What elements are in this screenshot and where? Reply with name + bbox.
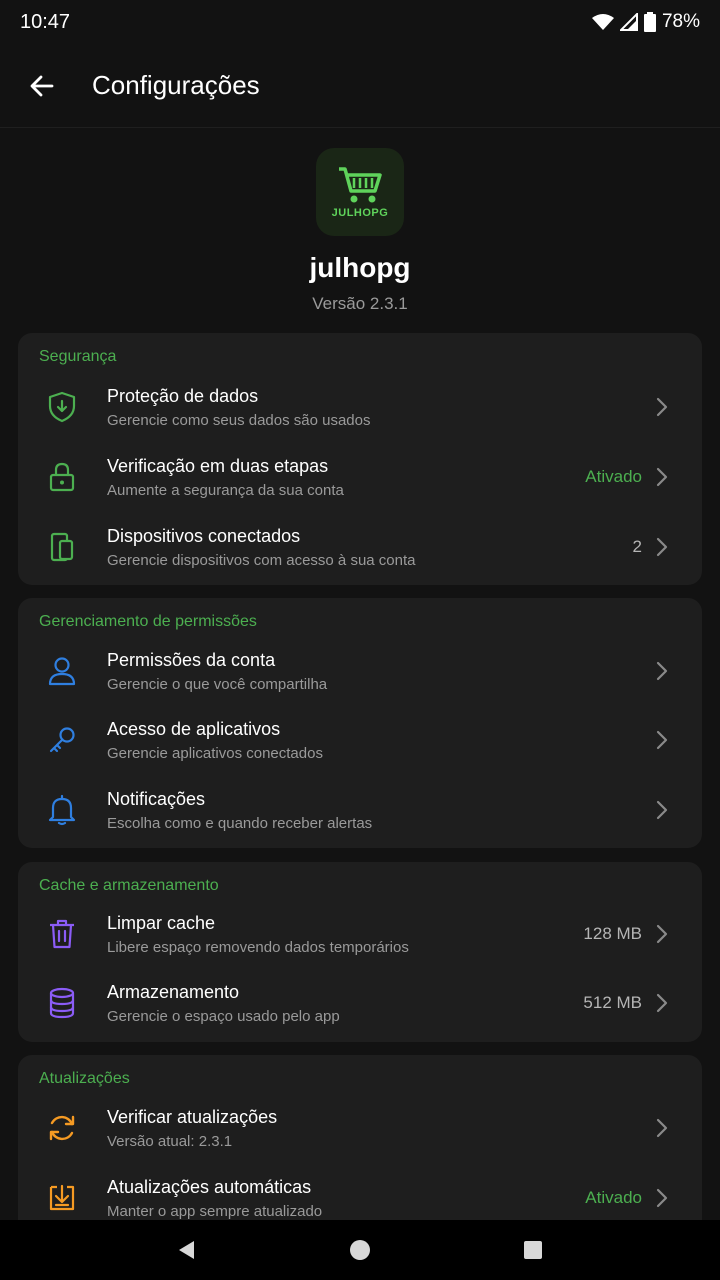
row-data-protection[interactable]: Proteção de dados Gerencie como seus dad…: [18, 372, 702, 442]
row-subtitle: Aumente a segurança da sua conta: [107, 481, 344, 499]
status-bar: 10:47 78%: [0, 0, 720, 44]
shield-icon: [40, 385, 84, 429]
row-subtitle: Gerencie como seus dados são usados: [107, 411, 371, 429]
nav-recents-button[interactable]: [513, 1230, 553, 1270]
section-title: Segurança: [39, 348, 117, 365]
row-subtitle: Versão atual: 2.3.1: [107, 1132, 233, 1150]
row-title: Verificação em duas etapas: [107, 455, 329, 476]
row-subtitle: Libere espaço removendo dados temporário…: [107, 938, 409, 956]
circle-home-icon: [349, 1240, 370, 1260]
app-name: julhopg: [309, 252, 411, 283]
chevron-right-icon: [652, 397, 672, 417]
section-cache-storage: Cache e armazenamento Limpar cache Liber…: [18, 862, 702, 1042]
page-title: Configurações: [92, 70, 260, 100]
refresh-icon: [40, 1106, 84, 1150]
chevron-right-icon: [652, 1118, 672, 1138]
back-button[interactable]: [20, 64, 64, 108]
chevron-right-icon: [652, 537, 672, 557]
user-icon: [40, 649, 84, 693]
app-version: Versão 2.3.1: [312, 294, 408, 313]
row-title: Acesso de aplicativos: [107, 718, 281, 739]
section-permissions: Gerenciamento de permissões Permissões d…: [18, 598, 702, 848]
row-subtitle: Escolha como e quando receber alertas: [107, 814, 373, 832]
row-subtitle: Gerencie dispositivos com acesso à sua c…: [107, 551, 416, 569]
app-logo: JULHOPG: [316, 148, 404, 236]
row-title: Verificar atualizações: [107, 1106, 278, 1127]
chevron-right-icon: [652, 993, 672, 1013]
devices-icon: [40, 525, 84, 569]
app-header: JULHOPG julhopg Versão 2.3.1: [0, 148, 720, 314]
system-nav-bar: [0, 1220, 720, 1280]
lock-icon: [40, 455, 84, 499]
row-connected-devices[interactable]: Dispositivos conectados Gerencie disposi…: [18, 512, 702, 582]
chevron-right-icon: [652, 661, 672, 681]
chevron-right-icon: [652, 800, 672, 820]
chevron-right-icon: [652, 730, 672, 750]
row-clear-cache[interactable]: Limpar cache Libere espaço removendo dad…: [18, 899, 702, 969]
storage-size: 512 MB: [583, 993, 642, 1012]
row-subtitle: Gerencie o espaço usado pelo app: [107, 1007, 340, 1025]
row-storage[interactable]: Armazenamento Gerencie o espaço usado pe…: [18, 968, 702, 1038]
app-bar: Configurações: [0, 44, 720, 128]
row-two-step-verification[interactable]: Verificação em duas etapas Aumente a seg…: [18, 442, 702, 512]
row-title: Proteção de dados: [107, 385, 259, 406]
chevron-right-icon: [652, 467, 672, 487]
row-title: Armazenamento: [107, 981, 240, 1002]
section-title: Gerenciamento de permissões: [39, 613, 257, 630]
status-value: Ativado: [585, 467, 642, 486]
cache-size: 128 MB: [583, 924, 642, 943]
key-icon: [40, 718, 84, 762]
database-icon: [40, 981, 84, 1025]
bell-icon: [40, 788, 84, 832]
square-recents-icon: [524, 1241, 543, 1259]
row-title: Dispositivos conectados: [107, 525, 301, 546]
battery-percent: 78%: [661, 11, 700, 32]
section-title: Cache e armazenamento: [39, 877, 219, 894]
row-subtitle: Gerencie o que você compartilha: [107, 675, 328, 693]
shopping-cart-icon: [339, 167, 382, 203]
back-arrow-icon: [30, 75, 54, 96]
row-title: Limpar cache: [107, 912, 216, 933]
chevron-right-icon: [652, 1188, 672, 1208]
battery-icon: [643, 12, 656, 32]
row-title: Notificações: [107, 788, 206, 809]
row-app-access[interactable]: Acesso de aplicativos Gerencie aplicativ…: [18, 705, 702, 775]
row-title: Permissões da conta: [107, 649, 276, 670]
nav-home-button[interactable]: [340, 1230, 380, 1270]
row-subtitle: Manter o app sempre atualizado: [107, 1202, 323, 1220]
section-security: Segurança Proteção de dados Gerencie com…: [18, 333, 702, 585]
status-icons: 78%: [591, 11, 700, 33]
chevron-right-icon: [652, 924, 672, 944]
status-time: 10:47: [20, 10, 71, 33]
status-value: Ativado: [585, 1188, 642, 1207]
nav-back-button[interactable]: [167, 1230, 207, 1270]
trash-icon: [40, 912, 84, 956]
section-title: Atualizações: [39, 1070, 130, 1087]
triangle-back-icon: [178, 1241, 194, 1259]
logo-text: JULHOPG: [331, 207, 389, 219]
row-notifications[interactable]: Notificações Escolha como e quando receb…: [18, 775, 702, 845]
download-icon: [40, 1176, 84, 1220]
row-account-permissions[interactable]: Permissões da conta Gerencie o que você …: [18, 636, 702, 706]
row-title: Atualizações automáticas: [107, 1176, 312, 1197]
device-count: 2: [632, 537, 642, 556]
row-check-updates[interactable]: Verificar atualizações Versão atual: 2.3…: [18, 1093, 702, 1163]
signal-icon: [619, 13, 638, 31]
wifi-icon: [591, 14, 614, 30]
row-subtitle: Gerencie aplicativos conectados: [107, 744, 323, 762]
